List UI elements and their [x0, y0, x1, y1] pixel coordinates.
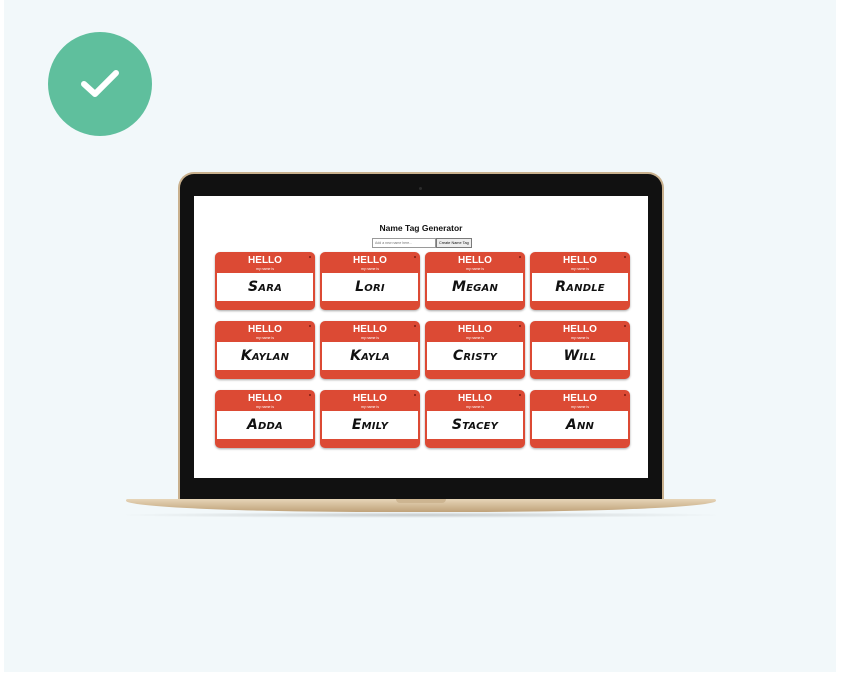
tag-delete-dot[interactable]: [414, 256, 416, 258]
tag-delete-dot[interactable]: [309, 394, 311, 396]
tag-delete-dot[interactable]: [414, 325, 416, 327]
tag-name: Randle: [555, 279, 605, 295]
tag-name: Lori: [355, 279, 385, 295]
tag-name-area: Sara: [217, 273, 313, 301]
tag-subtitle: my name is: [256, 405, 274, 409]
name-tag[interactable]: HELLO my name is Kaylan: [215, 321, 315, 379]
tag-name-area: Will: [532, 342, 628, 370]
tag-subtitle: my name is: [361, 405, 379, 409]
tag-name: Kaylan: [240, 348, 290, 364]
add-name-form: Create Name Tag: [372, 238, 472, 248]
tag-delete-dot[interactable]: [519, 256, 521, 258]
tag-hello-text: HELLO: [353, 255, 387, 266]
tag-hello-text: HELLO: [563, 255, 597, 266]
name-tag[interactable]: HELLO my name is Stacey: [425, 390, 525, 448]
tag-delete-dot[interactable]: [624, 325, 626, 327]
tag-delete-dot[interactable]: [624, 394, 626, 396]
tag-name: Emily: [351, 417, 389, 433]
tag-name-area: Randle: [532, 273, 628, 301]
tag-hello-text: HELLO: [248, 393, 282, 404]
tag-subtitle: my name is: [571, 405, 589, 409]
tag-name-area: Cristy: [427, 342, 523, 370]
name-tag[interactable]: HELLO my name is Lori: [320, 252, 420, 310]
name-tag-grid: HELLO my name is Sara HELLO my name is L…: [215, 252, 630, 448]
tag-hello-text: HELLO: [248, 255, 282, 266]
tag-name: Adda: [247, 417, 283, 433]
name-tag[interactable]: HELLO my name is Adda: [215, 390, 315, 448]
laptop-frame: Name Tag Generator Create Name Tag HELLO…: [180, 174, 662, 500]
tag-name: Stacey: [451, 417, 499, 433]
tag-name: Cristy: [452, 348, 498, 364]
tag-subtitle: my name is: [361, 267, 379, 271]
tag-delete-dot[interactable]: [309, 256, 311, 258]
tag-name: Ann: [565, 417, 595, 433]
tag-name-area: Adda: [217, 411, 313, 439]
tag-delete-dot[interactable]: [519, 325, 521, 327]
tag-delete-dot[interactable]: [519, 394, 521, 396]
tag-name-area: Stacey: [427, 411, 523, 439]
tag-name: Sara: [247, 279, 283, 295]
webcam-icon: [419, 187, 422, 190]
success-badge: [48, 32, 152, 136]
tag-delete-dot[interactable]: [414, 394, 416, 396]
tag-subtitle: my name is: [256, 267, 274, 271]
name-tag[interactable]: HELLO my name is Randle: [530, 252, 630, 310]
tag-name: Kayla: [350, 348, 390, 364]
name-input[interactable]: [372, 238, 436, 248]
tag-delete-dot[interactable]: [309, 325, 311, 327]
tag-subtitle: my name is: [466, 405, 484, 409]
tag-subtitle: my name is: [571, 336, 589, 340]
tag-name-area: Lori: [322, 273, 418, 301]
tag-hello-text: HELLO: [458, 393, 492, 404]
tag-subtitle: my name is: [256, 336, 274, 340]
create-name-tag-button[interactable]: Create Name Tag: [436, 238, 472, 248]
tag-hello-text: HELLO: [458, 255, 492, 266]
checkmark-icon: [81, 70, 119, 97]
tag-hello-text: HELLO: [563, 324, 597, 335]
laptop-notch: [396, 499, 446, 503]
laptop-screen: Name Tag Generator Create Name Tag HELLO…: [194, 196, 648, 478]
tag-name-area: Ann: [532, 411, 628, 439]
tag-delete-dot[interactable]: [624, 256, 626, 258]
name-tag[interactable]: HELLO my name is Megan: [425, 252, 525, 310]
name-tag[interactable]: HELLO my name is Kayla: [320, 321, 420, 379]
tag-name: Will: [563, 348, 597, 364]
tag-subtitle: my name is: [361, 336, 379, 340]
tag-name-area: Emily: [322, 411, 418, 439]
name-tag[interactable]: HELLO my name is Cristy: [425, 321, 525, 379]
tag-hello-text: HELLO: [458, 324, 492, 335]
tag-name-area: Megan: [427, 273, 523, 301]
name-tag[interactable]: HELLO my name is Will: [530, 321, 630, 379]
tag-name-area: Kaylan: [217, 342, 313, 370]
tag-hello-text: HELLO: [563, 393, 597, 404]
tag-hello-text: HELLO: [353, 324, 387, 335]
tag-hello-text: HELLO: [353, 393, 387, 404]
name-tag[interactable]: HELLO my name is Emily: [320, 390, 420, 448]
tag-subtitle: my name is: [571, 267, 589, 271]
tag-hello-text: HELLO: [248, 324, 282, 335]
name-tag[interactable]: HELLO my name is Ann: [530, 390, 630, 448]
name-tag[interactable]: HELLO my name is Sara: [215, 252, 315, 310]
laptop-shadow: [112, 512, 730, 518]
tag-subtitle: my name is: [466, 336, 484, 340]
tag-subtitle: my name is: [466, 267, 484, 271]
tag-name-area: Kayla: [322, 342, 418, 370]
page-title: Name Tag Generator: [379, 223, 463, 233]
tag-name: Megan: [451, 279, 499, 295]
